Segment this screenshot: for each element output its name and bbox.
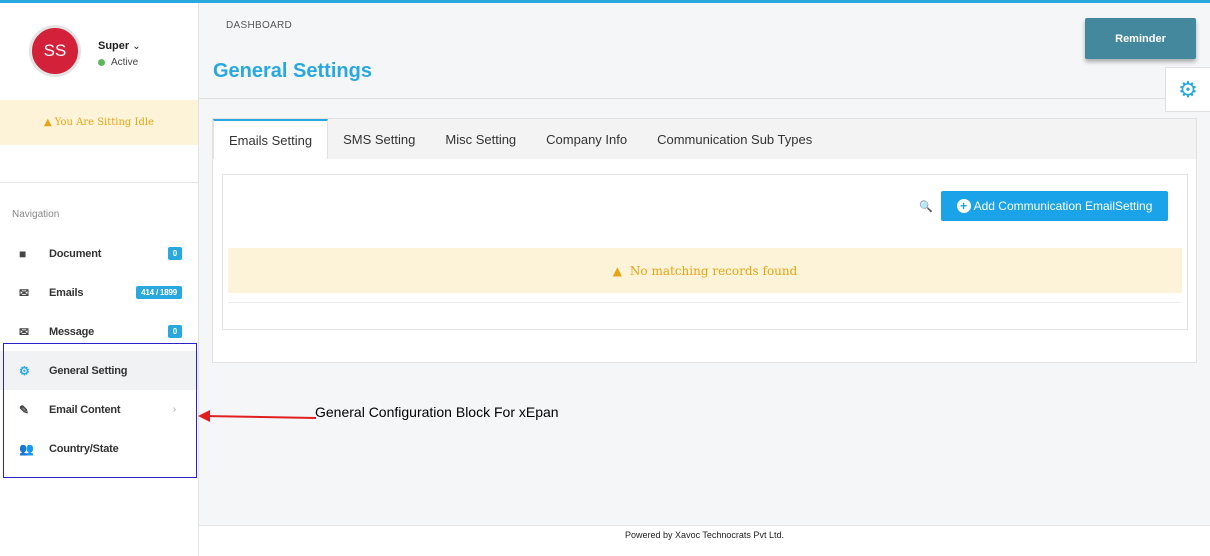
plus-circle-icon: +: [956, 199, 971, 213]
sidebar-item-document[interactable]: ■ Document 0: [0, 234, 198, 273]
settings-gear-button[interactable]: ⚙: [1165, 67, 1210, 112]
reminder-button[interactable]: Reminder: [1085, 18, 1196, 59]
user-status: Active: [98, 57, 138, 68]
sidebar-item-label: Emails: [49, 286, 84, 299]
add-button-label: Add Communication EmailSetting: [973, 199, 1153, 213]
search-icon[interactable]: 🔍: [919, 200, 933, 213]
settings-panel: Emails Setting SMS Setting Misc Setting …: [212, 118, 1197, 363]
main-content: DASHBOARD General Settings Reminder ⚙ Em…: [199, 3, 1210, 556]
page-title: General Settings: [213, 60, 372, 82]
tab-company-info[interactable]: Company Info: [531, 119, 642, 159]
chevron-down-icon: ⌄: [132, 41, 141, 52]
add-communication-emailsetting-button[interactable]: + Add Communication EmailSetting: [941, 191, 1168, 221]
user-menu[interactable]: Super ⌄: [98, 40, 141, 52]
warning-icon: ▲: [612, 263, 622, 278]
footer: Powered by Xavoc Technocrats Pvt Ltd.: [199, 525, 1210, 556]
page-header: DASHBOARD General Settings Reminder ⚙: [199, 3, 1210, 112]
envelope-icon: ✉: [19, 285, 29, 300]
divider: [0, 182, 198, 183]
folder-icon: ■: [19, 246, 27, 261]
user-status-label: Active: [111, 57, 139, 68]
annotation-label: General Configuration Block For xEpan: [315, 404, 559, 420]
sidebar-item-label: Document: [49, 247, 102, 260]
status-dot-icon: [98, 59, 105, 66]
envelope-icon: ✉: [19, 324, 29, 339]
warning-icon: ▲: [44, 117, 52, 128]
sidebar-item-emails[interactable]: ✉ Emails 414 / 1899: [0, 273, 198, 312]
empty-state-message: ▲ No matching records found: [228, 248, 1182, 293]
avatar[interactable]: SS: [29, 25, 81, 77]
tab-bar: Emails Setting SMS Setting Misc Setting …: [213, 119, 1196, 159]
count-badge: 0: [167, 325, 182, 338]
empty-state-text: No matching records found: [629, 263, 798, 278]
annotation-highlight-box: [3, 343, 197, 478]
tab-emails-setting[interactable]: Emails Setting: [213, 119, 329, 159]
tab-communication-sub-types[interactable]: Communication Sub Types: [642, 119, 827, 159]
divider: [228, 302, 1182, 303]
email-settings-grid: 🔍 + Add Communication EmailSetting ▲ No …: [222, 174, 1188, 330]
sidebar-item-label: Message: [49, 325, 95, 338]
tab-misc-setting[interactable]: Misc Setting: [430, 119, 531, 159]
idle-message: You Are Sitting Idle: [54, 117, 154, 128]
tab-sms-setting[interactable]: SMS Setting: [328, 119, 430, 159]
annotation-arrow-icon: [198, 410, 317, 422]
breadcrumb[interactable]: DASHBOARD: [226, 20, 292, 31]
idle-alert: ▲ You Are Sitting Idle: [0, 100, 198, 145]
nav-heading: Navigation: [12, 209, 60, 220]
user-block: SS Super ⌄ Active: [0, 3, 198, 100]
user-name: Super: [98, 40, 130, 52]
count-badge: 414 / 1899: [136, 286, 182, 299]
gear-icon: ⚙: [1178, 76, 1198, 102]
count-badge: 0: [167, 247, 182, 260]
